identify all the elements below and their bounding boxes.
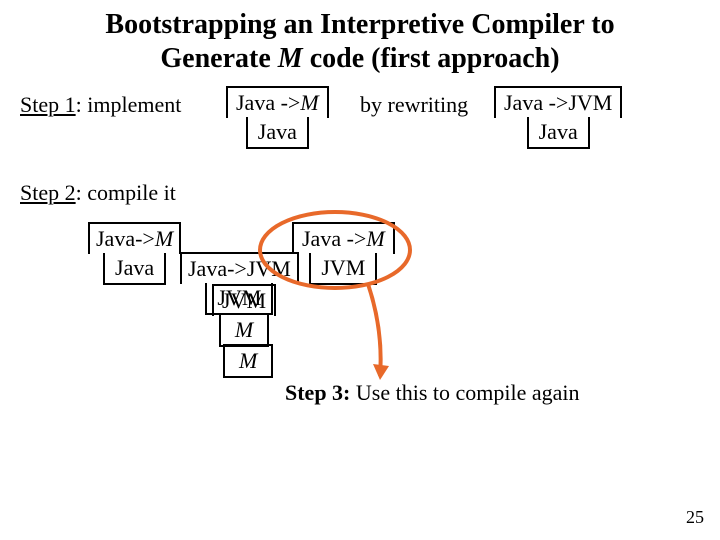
- t2-top: Java ->JVM: [494, 86, 622, 118]
- step1-mid: by rewriting: [360, 92, 468, 118]
- title-line1: Bootstrapping an Interpretive Compiler t…: [105, 9, 614, 40]
- step3-rest: Use this to compile again: [350, 380, 579, 405]
- step3-label: Step 3: Use this to compile again: [285, 380, 580, 406]
- slide-title: Bootstrapping an Interpretive Compiler t…: [0, 8, 720, 75]
- page-number: 25: [686, 507, 704, 528]
- s2d-top: JVM: [212, 284, 276, 316]
- s2c-bot: JVM: [309, 253, 377, 285]
- step2-rest: : compile it: [76, 180, 176, 205]
- s2e-m: M: [223, 344, 273, 378]
- arrow-head-icon: [373, 364, 389, 380]
- step2-prefix: Step 2: [20, 180, 76, 205]
- t-diagram-java-jvm-java: Java ->JVM Java: [494, 86, 622, 149]
- title-line2-m: M: [278, 43, 303, 74]
- t-diagram-s2a: Java->M Java: [88, 222, 181, 285]
- title-line2b: code (first approach): [303, 43, 560, 74]
- t1-bot: Java: [246, 117, 309, 149]
- s2b-top: Java->JVM: [180, 252, 299, 284]
- t1-top: Java ->M: [226, 86, 329, 118]
- step1-rest: : implement: [76, 92, 182, 117]
- t-diagram-s2c: Java ->M JVM: [292, 222, 395, 285]
- step1-prefix: Step 1: [20, 92, 76, 117]
- t-diagram-java-m-java: Java ->M Java: [226, 86, 329, 149]
- step1-label: Step 1: implement: [20, 92, 181, 118]
- t-diagram-s2d: JVM M: [212, 284, 276, 347]
- step3-prefix: Step 3:: [285, 380, 350, 405]
- step2-label: Step 2: compile it: [20, 180, 176, 206]
- s2a-bot: Java: [103, 253, 166, 285]
- s2d-bot: M: [219, 315, 269, 347]
- t2-bot: Java: [527, 117, 590, 149]
- arrow-curve-icon: [368, 284, 381, 376]
- t-diagram-s2e: M: [223, 344, 273, 378]
- s2c-top: Java ->M: [292, 222, 395, 254]
- s2a-top: Java->M: [88, 222, 181, 254]
- title-line2a: Generate: [160, 43, 277, 74]
